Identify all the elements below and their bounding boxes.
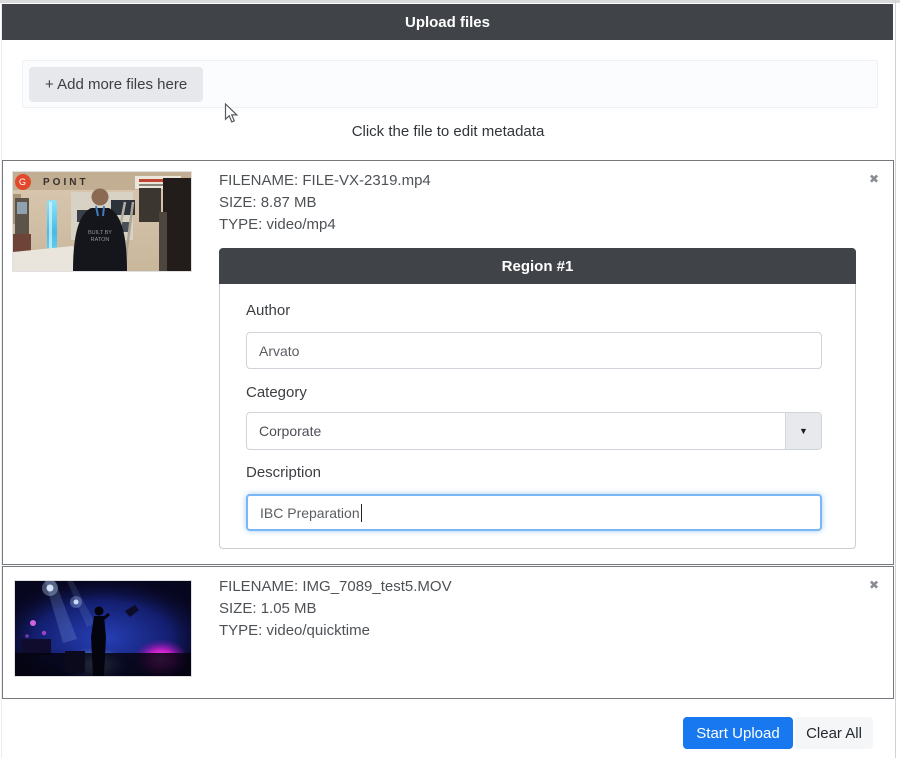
file-metadata-2: FILENAME: IMG_7089_test5.MOV SIZE: 1.05 … (219, 576, 452, 642)
svg-text:RATON: RATON (91, 237, 110, 243)
region-title: Region #1 (502, 258, 574, 275)
region-panel: Region #1 Author Category Corporate ▼ De… (219, 248, 856, 549)
filename-label: FILENAME: (219, 172, 298, 189)
svg-text:POINT: POINT (43, 177, 89, 188)
author-input[interactable] (246, 332, 822, 369)
filename-value: FILE-VX-2319.mp4 (302, 172, 430, 189)
start-upload-button[interactable]: Start Upload (683, 717, 793, 749)
region-panel-header: Region #1 (219, 248, 856, 284)
size-label: SIZE: (219, 600, 257, 617)
upload-files-dialog: Upload files + Add more files here Click… (0, 0, 900, 758)
tradeshow-thumbnail-image: POINT G (13, 172, 191, 271)
file-card-2[interactable]: FILENAME: IMG_7089_test5.MOV SIZE: 1.05 … (2, 566, 894, 699)
type-value: video/quicktime (267, 622, 370, 639)
region-panel-body: Author Category Corporate ▼ Description … (219, 284, 856, 549)
description-input[interactable]: IBC Preparation (246, 494, 822, 531)
file-thumbnail-2[interactable] (14, 580, 192, 677)
svg-text:G: G (19, 177, 26, 187)
close-icon: ✖ (869, 578, 879, 592)
file-thumbnail-1[interactable]: POINT G (12, 171, 192, 272)
filename-line: FILENAME: FILE-VX-2319.mp4 (219, 170, 431, 192)
category-select[interactable]: Corporate ▼ (246, 412, 822, 450)
description-value: IBC Preparation (260, 505, 360, 521)
clear-all-button[interactable]: Clear All (795, 717, 873, 749)
filename-line: FILENAME: IMG_7089_test5.MOV (219, 576, 452, 598)
size-line: SIZE: 1.05 MB (219, 598, 452, 620)
type-label: TYPE: (219, 622, 262, 639)
category-selected-value: Corporate (247, 413, 785, 449)
mouse-cursor-icon (224, 103, 239, 124)
file-card-1[interactable]: POINT G (2, 160, 894, 565)
remove-file-button-1[interactable]: ✖ (869, 173, 879, 185)
type-line: TYPE: video/mp4 (219, 214, 431, 236)
filename-label: FILENAME: (219, 578, 298, 595)
description-label: Description (246, 464, 321, 481)
dialog-right-border (895, 0, 896, 758)
add-files-button[interactable]: + Add more files here (29, 67, 203, 102)
category-label: Category (246, 384, 307, 401)
size-value: 8.87 MB (261, 194, 317, 211)
dialog-header: Upload files (2, 4, 893, 40)
text-caret (361, 504, 362, 522)
author-label: Author (246, 302, 290, 319)
file-metadata-1: FILENAME: FILE-VX-2319.mp4 SIZE: 8.87 MB… (219, 170, 431, 236)
window-edge (0, 0, 900, 3)
concert-thumbnail-image (15, 581, 191, 676)
svg-text:BUILT BY: BUILT BY (88, 230, 112, 236)
size-label: SIZE: (219, 194, 257, 211)
dialog-title: Upload files (405, 14, 490, 31)
size-value: 1.05 MB (261, 600, 317, 617)
remove-file-button-2[interactable]: ✖ (869, 579, 879, 591)
filename-value: IMG_7089_test5.MOV (302, 578, 451, 595)
close-icon: ✖ (869, 172, 879, 186)
edit-metadata-hint: Click the file to edit metadata (0, 123, 896, 140)
type-value: video/mp4 (267, 216, 336, 233)
size-line: SIZE: 8.87 MB (219, 192, 431, 214)
type-line: TYPE: video/quicktime (219, 620, 452, 642)
file-dropzone[interactable]: + Add more files here (22, 60, 878, 108)
dialog-footer: Start Upload Clear All (0, 714, 874, 752)
type-label: TYPE: (219, 216, 262, 233)
chevron-down-icon: ▼ (785, 413, 821, 449)
